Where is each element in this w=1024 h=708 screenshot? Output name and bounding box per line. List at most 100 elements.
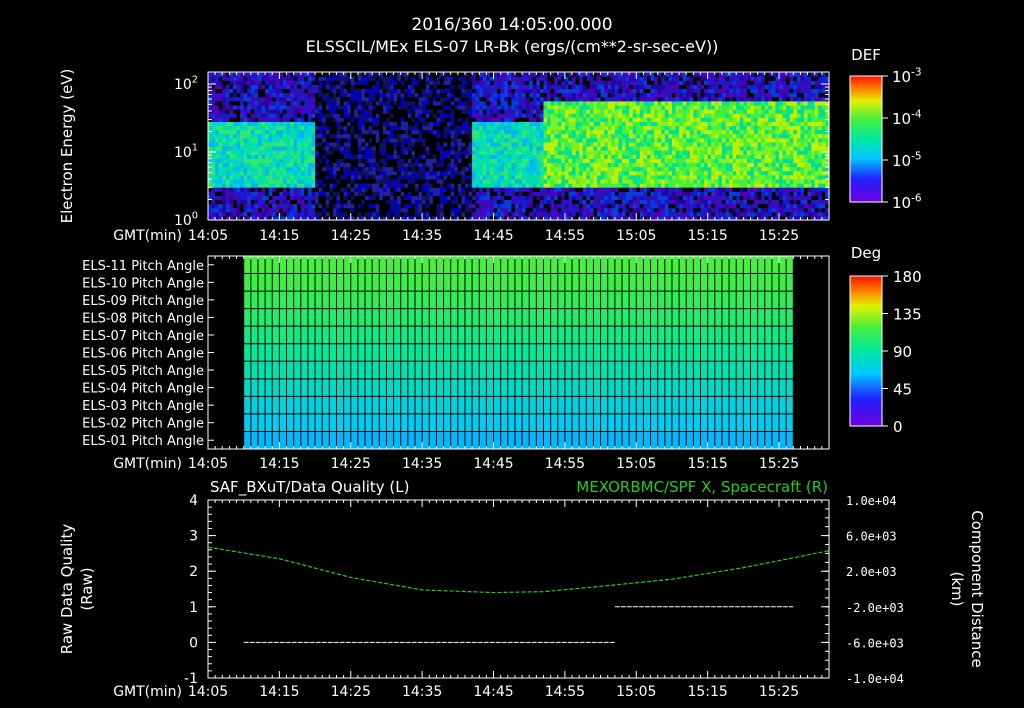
spectrogram-cell [300,211,305,217]
spectrogram-cell [675,178,680,184]
spectrogram-cell [361,146,366,151]
spectrogram-cell [547,96,552,102]
spectrogram-cell [564,76,570,81]
spectrogram-cell [493,183,498,188]
spectrogram-cell [261,80,266,85]
spectrogram-cell [489,133,495,139]
spectrogram-cell [618,100,623,106]
spectrogram-cell [443,109,448,114]
spectrogram-cell [497,187,502,192]
spectrogram-cell [236,104,241,110]
spectrogram-cell [429,207,434,213]
spectrogram-cell [332,121,338,127]
spectrogram-cell [254,211,259,217]
spectrogram-cell [232,183,238,188]
spectrogram-cell [696,154,702,159]
spectrogram-cell [329,113,334,118]
spectrogram-cell [304,137,309,143]
spectrogram-cell [365,141,370,147]
spectrogram-cell [425,92,430,98]
spectrogram-cell [211,100,216,106]
spectrogram-cell [215,88,220,94]
spectrogram-cell [315,199,320,205]
spectrogram-cell [689,178,694,184]
spectrogram-cell [336,92,341,98]
spectrogram-cell [250,125,255,131]
spectrogram-cell [636,88,641,94]
spectrogram-cell [554,113,559,118]
spectrogram-cell [632,109,637,114]
spectrogram-cell [597,154,602,159]
spectrogram-cell [472,154,477,159]
spectrogram-cell [286,195,291,201]
spectrogram-cell [425,104,430,110]
spectrogram-cell [229,129,234,135]
spectrogram-cell [675,113,680,118]
spectrogram-cell [222,199,227,205]
spectrogram-cell [479,125,484,131]
spectrogram-cell [290,141,295,147]
spectrogram-cell [686,150,691,155]
spectrogram-cell [286,109,291,114]
spectrogram-cell [679,100,684,106]
spectrogram-cell [686,80,691,85]
spectrogram-cell [472,113,477,118]
spectrogram-cell [400,104,405,110]
spectrogram-cell [657,117,662,122]
spectrogram-cell [639,129,645,135]
spectrogram-cell [689,96,694,102]
spectrogram-cell [243,88,248,94]
spectrogram-cell [379,146,384,151]
spectrogram-cell [511,191,516,196]
spectrogram-cell [411,88,416,94]
spectrogram-cell [386,174,391,180]
spectrogram-cell [482,109,487,114]
spectrogram-cell [482,84,487,90]
spectrogram-cell [547,178,552,184]
spectrogram-cell [682,154,687,159]
spectrogram-cell [525,129,530,135]
spectrogram-cell [432,133,438,139]
spectrogram-cell [514,109,520,114]
spectrogram-cell [472,80,477,85]
spectrogram-cell [432,100,438,106]
spectrogram-cell [372,183,377,188]
spectrogram-cell [564,80,570,85]
spectrogram-cell [604,178,609,184]
spectrogram-cell [347,137,352,143]
spectrogram-cell [472,162,477,168]
spectrogram-cell [218,129,223,135]
spectrogram-cell [589,117,595,122]
spectrogram-cell [429,199,434,205]
spectrogram-cell [397,117,402,122]
spectrogram-cell [375,96,380,102]
spectrogram-cell [611,133,616,139]
spectrogram-cell [357,117,363,122]
spectrogram-cell [493,199,498,205]
spectrogram-cell [472,109,477,114]
spectrogram-cell [675,88,680,94]
spectrogram-cell [600,109,605,114]
spectrogram-cell [365,76,370,81]
spectrogram-cell [661,113,666,118]
spectrogram-cell [693,178,698,184]
spectrogram-cell [286,129,291,135]
spectrogram-cell [297,117,302,122]
spectrogram-cell [529,207,534,213]
spectrogram-cell [554,203,559,209]
spectrogram-cell [393,170,398,176]
spectrogram-cell [439,191,445,196]
spectrogram-cell [272,174,277,180]
spectrogram-cell [332,113,338,118]
spectrogram-cell [247,100,252,106]
spectrogram-cell [407,178,413,184]
spectrogram-cell [468,100,473,106]
spectrogram-cell [322,96,327,102]
spectrogram-cell [479,72,484,77]
spectrogram-cell [211,96,216,102]
spectrogram-cell [315,170,320,176]
spectrogram-cell [357,170,363,176]
spectrogram-cell [247,129,252,135]
spectrogram-cell [436,100,441,106]
spectrogram-cell [218,207,223,213]
